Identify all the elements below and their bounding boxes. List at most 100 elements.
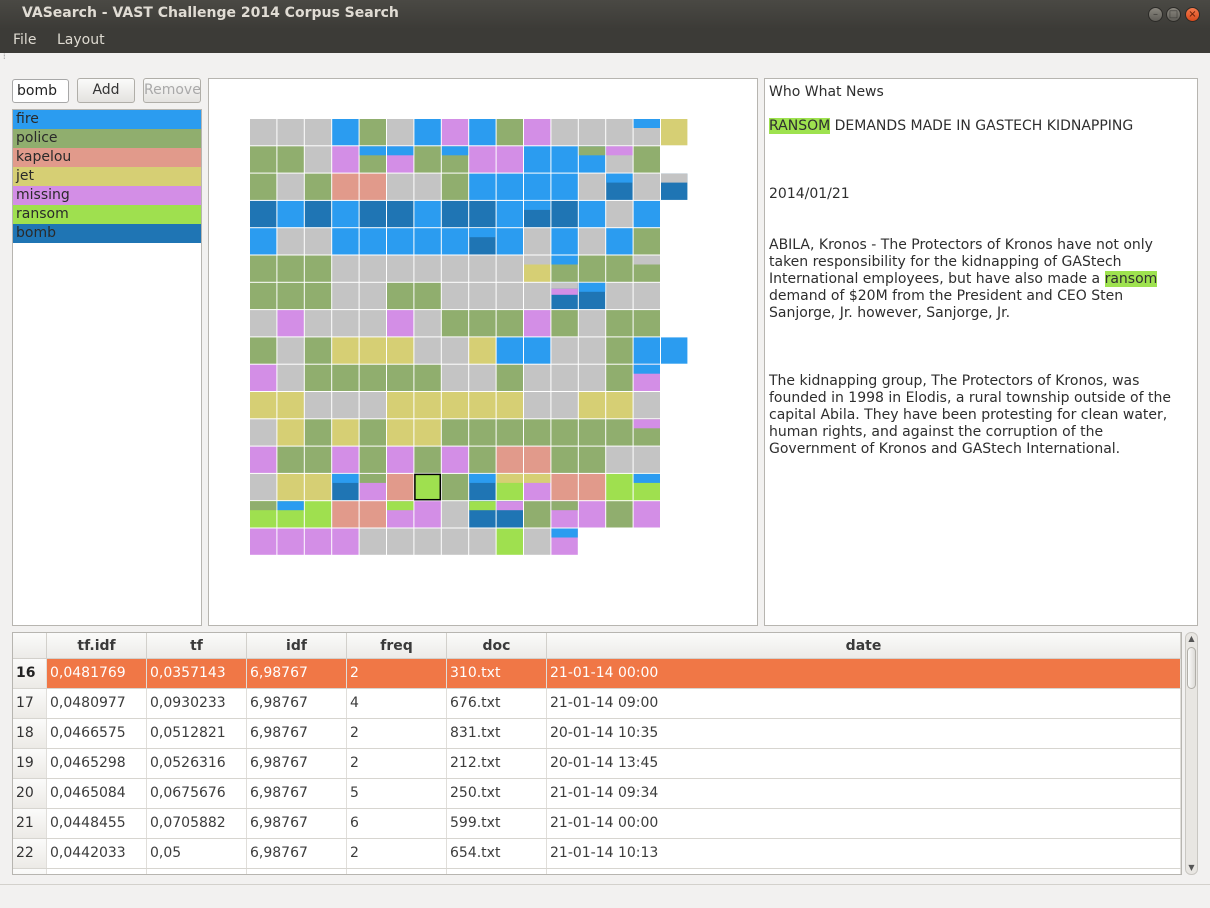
document-cell[interactable] (496, 473, 523, 501)
document-cell[interactable] (250, 200, 277, 228)
document-cell[interactable] (304, 473, 332, 501)
document-cell[interactable] (359, 392, 386, 419)
document-cell[interactable] (633, 228, 660, 255)
document-cell[interactable] (496, 173, 523, 200)
document-cell[interactable] (524, 392, 551, 419)
document-cell[interactable] (496, 419, 523, 446)
document-cell[interactable] (496, 528, 523, 555)
document-cell[interactable] (304, 146, 332, 173)
table-row[interactable]: 20 0,0465084 0,0675676 6,98767 5 250.txt 21-01… (13, 779, 1181, 809)
document-cell[interactable] (551, 200, 578, 228)
document-cell[interactable] (304, 119, 332, 146)
document-grid[interactable] (209, 79, 757, 625)
document-cell[interactable] (551, 419, 578, 446)
document-cell[interactable] (387, 392, 414, 419)
header-freq[interactable]: freq (347, 633, 447, 659)
document-cell[interactable] (332, 146, 359, 173)
document-cell[interactable] (578, 419, 606, 446)
document-cell[interactable] (606, 310, 633, 337)
document-cell[interactable] (277, 173, 304, 200)
document-cell[interactable] (578, 173, 606, 200)
document-cell[interactable] (551, 255, 578, 282)
document-cell[interactable] (304, 392, 332, 419)
document-cell[interactable] (469, 446, 496, 473)
document-cell[interactable] (304, 310, 332, 337)
document-cell[interactable] (414, 419, 441, 446)
document-cell[interactable] (469, 528, 496, 555)
document-cell[interactable] (606, 255, 633, 282)
document-cell[interactable] (359, 501, 386, 528)
document-cell[interactable] (332, 473, 359, 501)
document-cell[interactable] (469, 501, 496, 528)
header-date[interactable]: date (547, 633, 1181, 659)
document-cell[interactable] (633, 364, 660, 391)
document-cell[interactable] (524, 200, 551, 228)
document-cell[interactable] (387, 173, 414, 200)
document-cell[interactable] (277, 528, 304, 555)
document-cell[interactable] (250, 310, 277, 337)
document-cell[interactable] (606, 473, 633, 501)
term-search-input[interactable] (12, 79, 69, 103)
document-cell[interactable] (469, 419, 496, 446)
table-scrollbar[interactable]: ▲ ▼ (1185, 632, 1198, 875)
document-cell[interactable] (332, 446, 359, 473)
document-cell[interactable] (332, 501, 359, 528)
document-cell[interactable] (496, 446, 523, 473)
document-cell[interactable] (414, 337, 441, 364)
document-cell[interactable] (332, 419, 359, 446)
document-cell[interactable] (606, 146, 633, 173)
document-cell[interactable] (661, 337, 688, 364)
document-cell[interactable] (496, 146, 523, 173)
document-cell[interactable] (524, 310, 551, 337)
document-cell[interactable] (304, 282, 332, 310)
document-cell[interactable] (606, 200, 633, 228)
document-cell[interactable] (469, 282, 496, 310)
document-cell[interactable] (441, 200, 469, 228)
document-cell[interactable] (304, 364, 332, 391)
document-cell[interactable] (551, 310, 578, 337)
document-cell[interactable] (359, 282, 386, 310)
document-cell[interactable] (387, 501, 414, 528)
document-cell[interactable] (524, 228, 551, 255)
document-cell[interactable] (441, 337, 469, 364)
term-item[interactable]: missing (13, 186, 201, 205)
document-cell[interactable] (469, 310, 496, 337)
document-cell[interactable] (250, 419, 277, 446)
document-cell[interactable] (414, 282, 441, 310)
document-cell[interactable] (633, 173, 660, 200)
document-cell[interactable] (250, 228, 277, 255)
document-cell[interactable] (606, 282, 633, 310)
document-cell[interactable] (661, 119, 688, 146)
document-cell[interactable] (633, 119, 660, 146)
document-cell[interactable] (414, 228, 441, 255)
document-cell[interactable] (441, 119, 469, 146)
document-cell[interactable] (387, 119, 414, 146)
document-cell[interactable] (578, 364, 606, 391)
document-cell[interactable] (332, 282, 359, 310)
document-cell[interactable] (551, 173, 578, 200)
document-cell[interactable] (633, 255, 660, 282)
document-cell[interactable] (633, 419, 660, 446)
document-cell[interactable] (250, 282, 277, 310)
document-cell[interactable] (277, 228, 304, 255)
document-cell[interactable] (304, 200, 332, 228)
document-cell[interactable] (250, 255, 277, 282)
document-cell[interactable] (359, 473, 386, 501)
document-cell[interactable] (606, 446, 633, 473)
document-cell[interactable] (387, 255, 414, 282)
document-cell[interactable] (496, 228, 523, 255)
document-cell[interactable] (441, 173, 469, 200)
document-cell[interactable] (387, 473, 414, 501)
remove-term-button[interactable]: Remove (143, 78, 201, 103)
document-cell[interactable] (359, 364, 386, 391)
document-cell[interactable] (496, 337, 523, 364)
document-cell[interactable] (250, 392, 277, 419)
document-cell[interactable] (387, 282, 414, 310)
document-cell[interactable] (578, 337, 606, 364)
document-cell[interactable] (277, 310, 304, 337)
document-cell[interactable] (387, 419, 414, 446)
term-item[interactable]: police (13, 129, 201, 148)
document-cell[interactable] (277, 337, 304, 364)
table-row[interactable]: 23 (13, 869, 1181, 874)
document-cell[interactable] (633, 501, 660, 528)
